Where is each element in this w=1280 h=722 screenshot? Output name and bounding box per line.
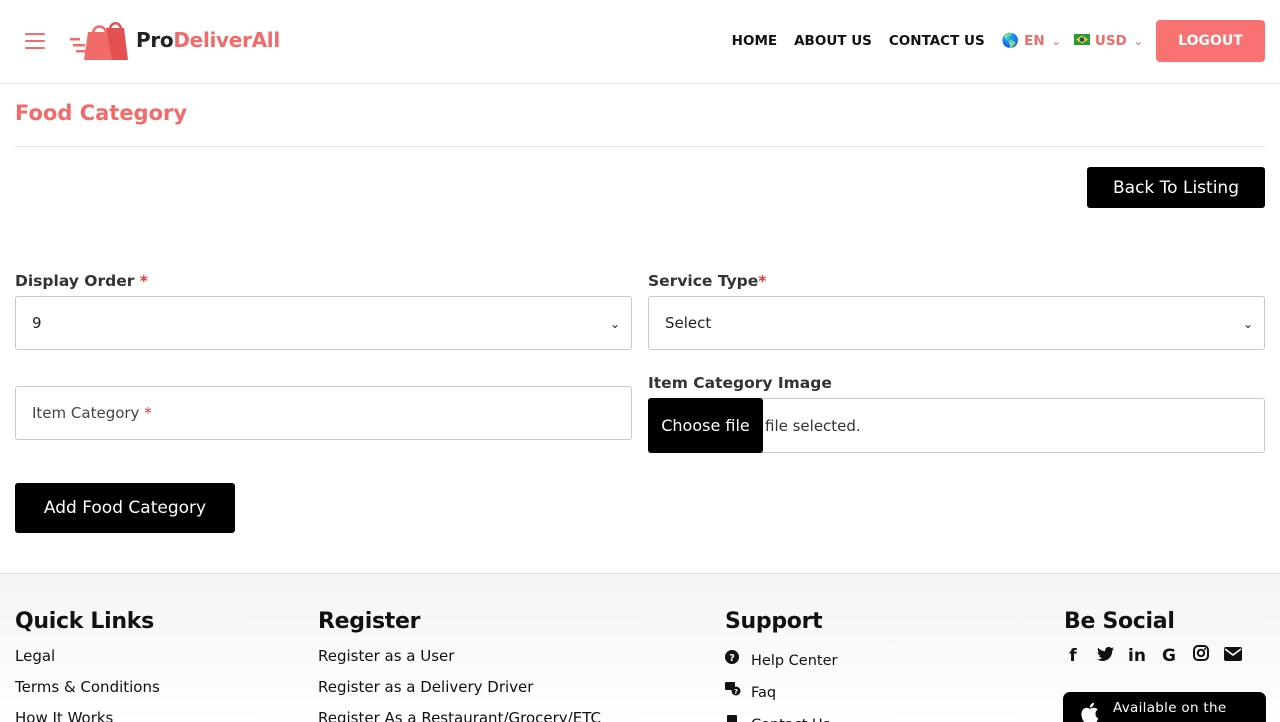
facebook-icon[interactable]: f bbox=[1064, 646, 1082, 666]
divider bbox=[15, 146, 1265, 147]
display-order-value: 9 bbox=[32, 314, 42, 332]
footer-heading: Quick Links bbox=[15, 609, 154, 634]
site-header: ProDeliverAll HOME ABOUT US CONTACT US 🌎… bbox=[0, 0, 1280, 84]
chevron-down-icon: ⌄ bbox=[609, 317, 620, 331]
app-store-text: Available on the bbox=[1113, 700, 1227, 716]
logo-text: ProDeliverAll bbox=[136, 28, 280, 52]
footer-be-social: Be Social f in G bbox=[1064, 609, 1256, 666]
faq-icon: ? bbox=[725, 682, 743, 704]
chevron-down-icon: ⌄ bbox=[1242, 317, 1253, 331]
footer-link-help-center[interactable]: ? Help Center bbox=[725, 645, 837, 677]
linkedin-icon[interactable]: in bbox=[1128, 646, 1146, 666]
item-category-image-label: Item Category Image bbox=[648, 374, 832, 392]
apple-icon bbox=[1081, 702, 1099, 722]
footer-heading: Support bbox=[725, 609, 823, 634]
footer-link-legal[interactable]: Legal bbox=[15, 645, 160, 676]
svg-text:?: ? bbox=[734, 688, 738, 696]
footer-heading: Be Social bbox=[1064, 609, 1175, 634]
footer-quick-links: Quick Links Legal Terms & Conditions How… bbox=[15, 609, 160, 722]
app-store-badge[interactable]: Available on the bbox=[1063, 692, 1266, 722]
footer-link-terms[interactable]: Terms & Conditions bbox=[15, 676, 160, 707]
item-category-image-input: Choose file file selected. bbox=[648, 398, 1265, 453]
globe-icon: 🌎 bbox=[1001, 33, 1020, 49]
hamburger-menu-icon[interactable] bbox=[25, 33, 45, 49]
footer-heading: Register bbox=[318, 609, 421, 634]
flag-icon bbox=[1073, 33, 1090, 49]
email-icon[interactable] bbox=[1224, 646, 1242, 666]
footer-register: Register Register as a User Register as … bbox=[318, 609, 601, 722]
choose-file-button[interactable]: Choose file bbox=[648, 398, 763, 453]
service-type-select[interactable]: Select ⌄ bbox=[648, 296, 1265, 350]
footer-link-register-driver[interactable]: Register as a Delivery Driver bbox=[318, 676, 601, 707]
chevron-down-icon: ⌄ bbox=[1051, 34, 1061, 48]
currency-value: USD bbox=[1094, 33, 1127, 49]
footer-link-faq[interactable]: ? Faq bbox=[725, 677, 837, 709]
phone-book-icon bbox=[725, 714, 743, 722]
display-order-label: Display Order * bbox=[15, 272, 148, 290]
social-links: f in G bbox=[1064, 645, 1256, 666]
service-type-label: Service Type* bbox=[648, 272, 767, 290]
page-title: Food Category bbox=[15, 101, 188, 125]
nav-about-us[interactable]: ABOUT US bbox=[794, 33, 872, 49]
logo[interactable]: ProDeliverAll bbox=[68, 18, 280, 62]
logout-button[interactable]: LOGOUT bbox=[1156, 20, 1265, 62]
question-circle-icon: ? bbox=[725, 650, 743, 672]
shopping-bag-logo-icon bbox=[70, 22, 128, 60]
currency-selector[interactable]: USD ⌄ bbox=[1073, 33, 1143, 49]
google-icon[interactable]: G bbox=[1160, 646, 1178, 666]
nav-home[interactable]: HOME bbox=[732, 33, 777, 49]
file-status-text: file selected. bbox=[765, 416, 861, 435]
footer-link-contact-us[interactable]: Contact Us bbox=[725, 709, 837, 722]
footer-link-how-it-works[interactable]: How It Works bbox=[15, 707, 160, 722]
item-category-input[interactable]: Item Category * bbox=[15, 386, 632, 440]
chevron-down-icon: ⌄ bbox=[1133, 34, 1143, 48]
item-category-placeholder: Item Category bbox=[32, 404, 140, 422]
svg-text:?: ? bbox=[729, 653, 735, 664]
footer-support: Support ? Help Center ? Faq Contact Us bbox=[725, 609, 837, 722]
language-selector[interactable]: 🌎 EN ⌄ bbox=[1002, 33, 1061, 49]
instagram-icon[interactable] bbox=[1192, 645, 1210, 666]
back-to-listing-button[interactable]: Back To Listing bbox=[1087, 167, 1265, 208]
twitter-icon[interactable] bbox=[1096, 646, 1114, 666]
service-type-value: Select bbox=[665, 314, 712, 332]
add-food-category-button[interactable]: Add Food Category bbox=[15, 483, 235, 533]
footer-link-register-user[interactable]: Register as a User bbox=[318, 645, 601, 676]
footer-link-register-restaurant[interactable]: Register As a Restaurant/Grocery/ETC bbox=[318, 707, 601, 722]
nav-contact-us[interactable]: CONTACT US bbox=[889, 33, 985, 49]
top-nav: HOME ABOUT US CONTACT US 🌎 EN ⌄ USD ⌄ LO… bbox=[732, 20, 1265, 62]
language-value: EN bbox=[1024, 33, 1045, 49]
display-order-select[interactable]: 9 ⌄ bbox=[15, 296, 632, 350]
